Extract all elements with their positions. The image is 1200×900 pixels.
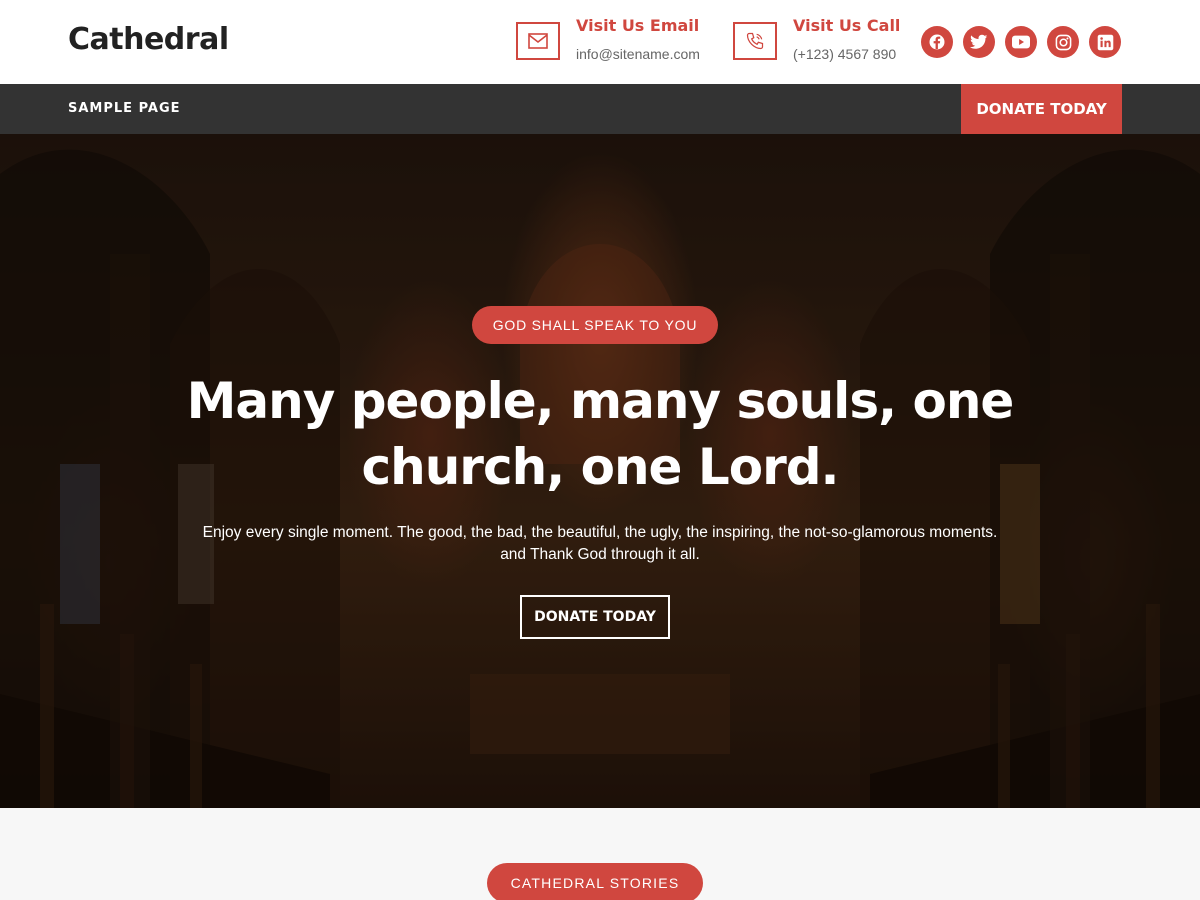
social-links (921, 26, 1121, 58)
hero-tagline-badge: GOD SHALL SPEAK TO YOU (472, 306, 718, 344)
phone-number[interactable]: (+123) 4567 890 (793, 46, 896, 62)
phone-icon (733, 22, 777, 60)
site-logo[interactable]: Cathedral (68, 22, 229, 57)
nav-donate-button[interactable]: DONATE TODAY (961, 84, 1122, 134)
site-header: Cathedral Visit Us Email info@sitename.c… (0, 0, 1200, 84)
main-nav: SAMPLE PAGE DONATE TODAY (0, 84, 1200, 134)
envelope-icon (516, 22, 560, 60)
linkedin-icon[interactable] (1089, 26, 1121, 58)
call-title: Visit Us Call (793, 16, 901, 35)
hero-description-line1: Enjoy every single moment. The good, the… (202, 524, 998, 541)
hero-donate-button[interactable]: DONATE TODAY (520, 595, 670, 639)
instagram-icon[interactable] (1047, 26, 1079, 58)
nav-item-sample-page[interactable]: SAMPLE PAGE (68, 101, 181, 116)
stories-section-badge: CATHEDRAL STORIES (487, 863, 703, 900)
youtube-icon[interactable] (1005, 26, 1037, 58)
hero-title: Many people, many souls, one church, one… (186, 372, 1015, 496)
email-address[interactable]: info@sitename.com (576, 46, 700, 62)
hero-description-line2: and Thank God through it all. (500, 546, 700, 563)
email-contact[interactable]: Visit Us Email info@sitename.com (516, 16, 716, 68)
facebook-icon[interactable] (921, 26, 953, 58)
twitter-icon[interactable] (963, 26, 995, 58)
stories-section: CATHEDRAL STORIES (0, 808, 1200, 900)
email-title: Visit Us Email (576, 16, 700, 35)
hero-banner: GOD SHALL SPEAK TO YOU Many people, many… (0, 134, 1200, 808)
call-contact[interactable]: Visit Us Call (+123) 4567 890 (733, 16, 908, 68)
hero-description: Enjoy every single moment. The good, the… (100, 522, 1100, 566)
